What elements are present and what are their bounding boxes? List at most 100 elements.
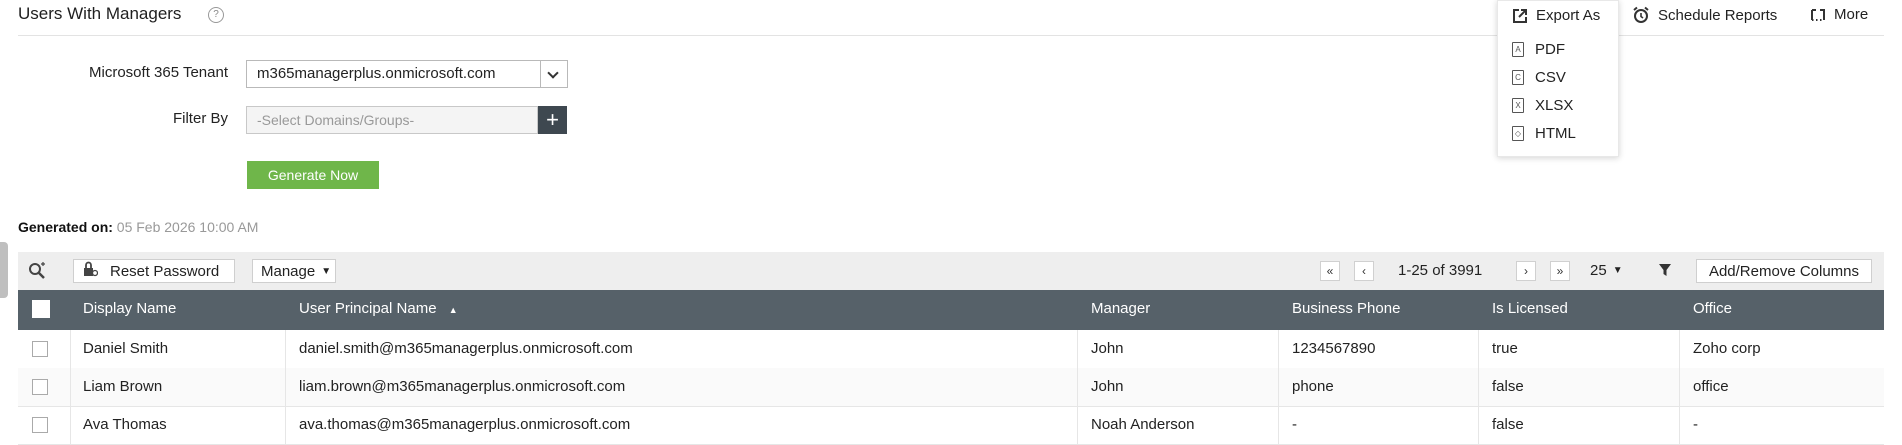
column-divider (1278, 368, 1279, 406)
schedule-reports-button[interactable]: Schedule Reports (1632, 6, 1777, 24)
cell-business-phone: phone (1292, 378, 1334, 395)
column-user-principal-name[interactable]: User Principal Name ▲ (299, 300, 458, 317)
cell-business-phone: - (1292, 416, 1297, 433)
export-csv-item[interactable]: C CSV (1512, 69, 1566, 86)
column-divider (1478, 406, 1479, 444)
column-divider (1478, 368, 1479, 406)
row-checkbox[interactable] (32, 341, 48, 357)
column-divider (70, 406, 71, 444)
filter-icon[interactable] (1658, 263, 1672, 282)
export-as-button[interactable]: Export As (1512, 7, 1600, 24)
cell-manager: John (1091, 378, 1124, 395)
column-office[interactable]: Office (1693, 300, 1732, 317)
generated-on-date: 05 Feb 2026 10:00 AM (116, 219, 259, 235)
reset-password-button[interactable]: Reset Password (73, 259, 235, 283)
table-row[interactable]: Daniel Smith daniel.smith@m365managerplu… (18, 330, 1884, 369)
tenant-value: m365managerplus.onmicrosoft.com (257, 65, 496, 82)
column-manager[interactable]: Manager (1091, 300, 1150, 317)
column-divider (70, 330, 71, 368)
column-divider (1278, 406, 1279, 444)
generated-on: Generated on: 05 Feb 2026 10:00 AM (18, 219, 258, 235)
table-row[interactable]: Ava Thomas ava.thomas@m365managerplus.on… (18, 406, 1884, 445)
cell-office: office (1693, 378, 1729, 395)
page-size-value: 25 (1590, 262, 1607, 279)
column-divider (1679, 330, 1680, 368)
help-icon[interactable]: ? (208, 7, 224, 23)
manage-label: Manage (261, 262, 316, 280)
export-csv-label: CSV (1535, 69, 1566, 86)
filter-placeholder: -Select Domains/Groups- (257, 112, 415, 128)
column-divider (1278, 330, 1279, 368)
add-remove-columns-button[interactable]: Add/Remove Columns (1696, 259, 1872, 283)
caret-down-icon: ▼ (1612, 265, 1623, 276)
more-button[interactable]: More (1810, 6, 1868, 23)
cell-display-name: Liam Brown (83, 378, 163, 395)
tenant-label: Microsoft 365 Tenant (89, 64, 228, 81)
export-icon (1512, 8, 1528, 24)
column-divider (1077, 368, 1078, 406)
chevron-down-icon[interactable] (540, 61, 567, 87)
html-file-icon: ◇ (1512, 126, 1524, 141)
search-icon[interactable] (28, 262, 46, 285)
row-checkbox[interactable] (32, 379, 48, 395)
reset-password-label: Reset Password (110, 262, 220, 280)
alarm-clock-icon (1632, 6, 1650, 24)
pdf-file-icon: A (1512, 42, 1524, 57)
column-divider (285, 406, 286, 444)
column-divider (1679, 406, 1680, 444)
export-pdf-label: PDF (1535, 41, 1565, 58)
schedule-reports-label: Schedule Reports (1658, 6, 1778, 24)
page-range: 1-25 of 3991 (1398, 262, 1483, 279)
select-all-checkbox[interactable] (32, 300, 50, 318)
xlsx-file-icon: X (1512, 98, 1524, 113)
export-html-item[interactable]: ◇ HTML (1512, 125, 1576, 142)
csv-file-icon: C (1512, 70, 1524, 85)
sort-ascending-icon: ▲ (448, 305, 458, 315)
cell-upn: liam.brown@m365managerplus.onmicrosoft.c… (299, 378, 626, 395)
column-divider (1077, 330, 1078, 368)
column-divider (1478, 330, 1479, 368)
cell-is-licensed: false (1492, 378, 1524, 395)
column-upn-label: User Principal Name (299, 300, 437, 317)
column-business-phone[interactable]: Business Phone (1292, 300, 1400, 317)
column-display-name[interactable]: Display Name (83, 300, 176, 317)
export-html-label: HTML (1535, 125, 1576, 142)
page-size-select[interactable]: 25 ▼ (1590, 262, 1623, 279)
cell-display-name: Daniel Smith (83, 340, 169, 357)
more-label: More (1834, 6, 1869, 23)
cell-upn: ava.thomas@m365managerplus.onmicrosoft.c… (299, 416, 631, 433)
more-icon (1810, 7, 1826, 23)
row-checkbox[interactable] (32, 417, 48, 433)
first-page-button[interactable]: « (1320, 261, 1340, 281)
export-xlsx-label: XLSX (1535, 97, 1574, 114)
column-divider (1679, 368, 1680, 406)
generate-now-button[interactable]: Generate Now (247, 161, 379, 189)
cell-manager: Noah Anderson (1091, 416, 1195, 433)
tenant-select[interactable]: m365managerplus.onmicrosoft.com (246, 60, 568, 88)
next-page-button[interactable]: › (1516, 261, 1536, 281)
table-toolbar: Reset Password Manage ▼ « ‹ 1-25 of 3991… (18, 252, 1884, 290)
generated-on-label: Generated on: (18, 219, 113, 235)
side-panel-handle[interactable] (0, 242, 8, 298)
cell-office: Zoho corp (1693, 340, 1761, 357)
add-filter-button[interactable]: + (538, 106, 567, 134)
column-is-licensed[interactable]: Is Licensed (1492, 300, 1568, 317)
last-page-button[interactable]: » (1550, 261, 1570, 281)
export-xlsx-item[interactable]: X XLSX (1512, 97, 1573, 114)
manage-dropdown[interactable]: Manage ▼ (252, 259, 336, 283)
cell-is-licensed: true (1492, 340, 1518, 357)
lock-icon (82, 261, 99, 281)
export-menu: Export As A PDF C CSV X XLSX ◇ HTML (1497, 0, 1619, 157)
column-divider (70, 368, 71, 406)
export-as-label: Export As (1536, 7, 1601, 24)
filter-input[interactable]: -Select Domains/Groups- (246, 106, 538, 134)
export-pdf-item[interactable]: A PDF (1512, 41, 1565, 58)
caret-down-icon: ▼ (321, 265, 332, 277)
table-row[interactable]: Liam Brown liam.brown@m365managerplus.on… (18, 368, 1884, 407)
page-title: Users With Managers (18, 4, 182, 23)
column-divider (285, 368, 286, 406)
cell-upn: daniel.smith@m365managerplus.onmicrosoft… (299, 340, 633, 357)
column-divider (1077, 406, 1078, 444)
filter-label: Filter By (172, 110, 228, 127)
prev-page-button[interactable]: ‹ (1354, 261, 1374, 281)
